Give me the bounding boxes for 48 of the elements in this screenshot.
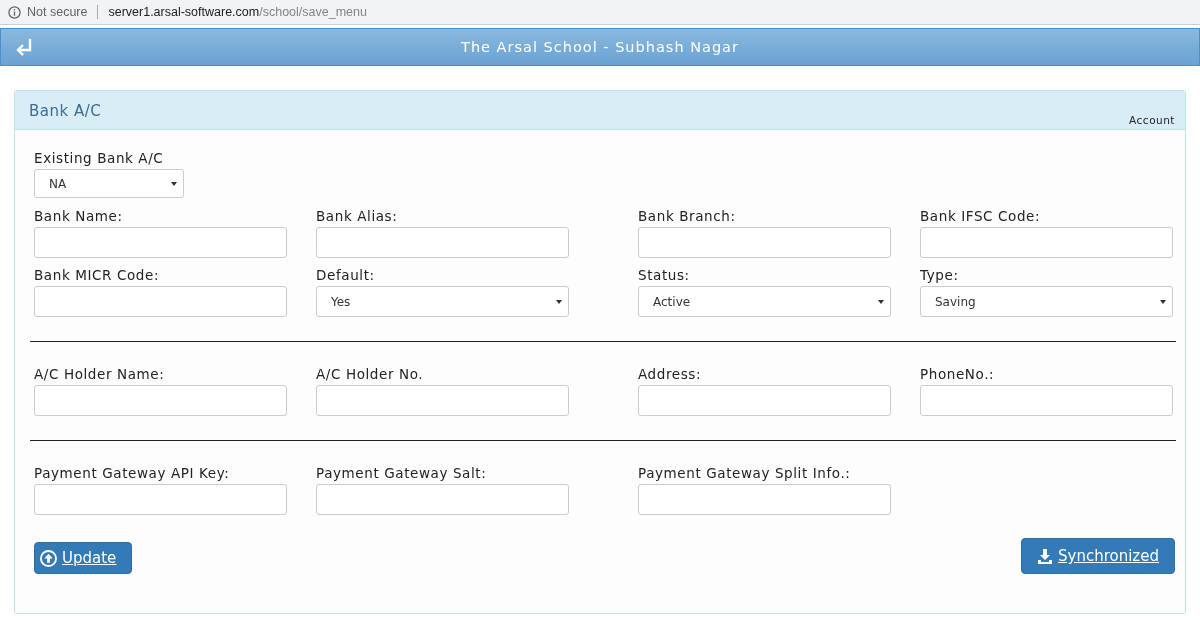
text-field[interactable] [34, 385, 287, 416]
select-field[interactable]: Active [638, 286, 891, 317]
text-field[interactable] [638, 227, 891, 258]
caret-icon [1160, 299, 1166, 304]
text-field[interactable] [34, 286, 287, 317]
select-field[interactable]: Yes [316, 286, 569, 317]
text-field[interactable] [638, 385, 891, 416]
synchronize-button[interactable]: Synchronized [1021, 538, 1175, 574]
select-field[interactable]: NA [34, 169, 184, 198]
text-field[interactable] [34, 227, 287, 258]
return-arrow-icon[interactable] [15, 38, 33, 56]
caret-icon [878, 299, 884, 304]
caret-icon [556, 299, 562, 304]
text-field[interactable] [316, 385, 569, 416]
field-label: Payment Gateway Split Info.: [638, 465, 852, 481]
field-label: Type: [920, 267, 960, 283]
text-field[interactable] [34, 484, 287, 515]
info-icon [8, 5, 21, 19]
field-label: Payment Gateway Salt: [316, 465, 488, 481]
download-icon [1037, 548, 1053, 564]
caret-icon [171, 181, 177, 186]
url-text: server1.arsal-software.com/school/save_menu [108, 5, 367, 19]
panel-subtitle: Account [1129, 114, 1175, 126]
panel-title: Bank A/C [29, 102, 102, 122]
field-label: Default: [316, 267, 376, 283]
text-field[interactable] [920, 385, 1173, 416]
field-label: PhoneNo.: [920, 366, 996, 382]
field-label: Bank Alias: [316, 208, 399, 224]
text-field[interactable] [316, 227, 569, 258]
update-button[interactable]: Update [34, 542, 133, 574]
field-label: A/C Holder Name: [34, 366, 166, 382]
field-label: A/C Holder No. [316, 366, 425, 382]
text-field[interactable] [316, 484, 569, 515]
field-label: Bank Branch: [638, 208, 737, 224]
text-field[interactable] [638, 484, 891, 515]
security-label: Not secure [27, 5, 88, 19]
header-title: The Arsal School - Subhash Nagar [461, 39, 739, 55]
upload-icon [40, 549, 57, 567]
field-label: Bank Name: [34, 208, 124, 224]
field-label: Address: [638, 366, 703, 382]
text-field[interactable] [920, 227, 1173, 258]
field-label: Existing Bank A/C [34, 150, 165, 166]
field-label: Bank IFSC Code: [920, 208, 1042, 224]
address-bar[interactable]: Not secure server1.arsal-software.com/school/save_menu [0, 0, 1200, 25]
field-label: Bank MICR Code: [34, 267, 161, 283]
field-label: Status: [638, 267, 691, 283]
field-label: Payment Gateway API Key: [34, 465, 231, 481]
select-field[interactable]: Saving [920, 286, 1173, 317]
